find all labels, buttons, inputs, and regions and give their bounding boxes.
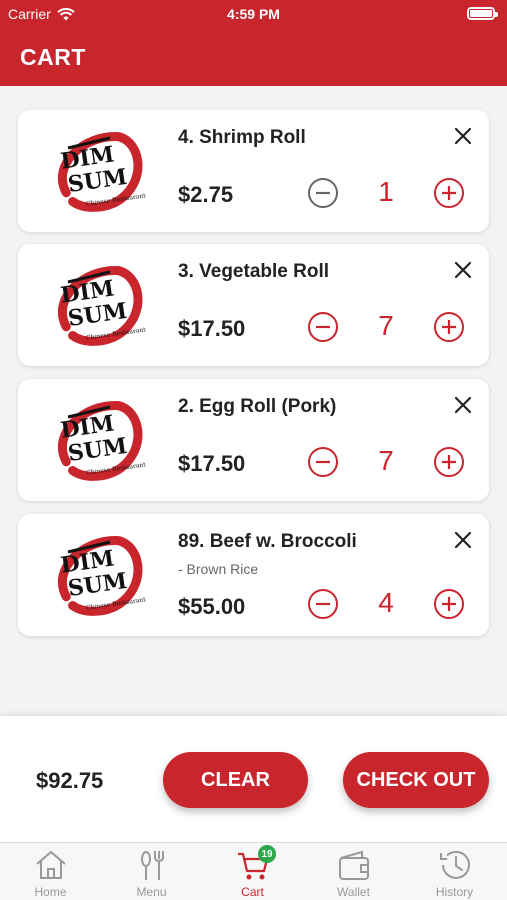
home-icon [36,851,66,879]
header-bar: Carrier 4:59 PM CART [0,0,507,86]
status-time: 4:59 PM [227,6,280,22]
tab-label: Menu [136,885,167,899]
tab-history[interactable]: History [404,843,505,900]
decrease-quantity-button[interactable] [307,311,339,343]
item-price: $17.50 [178,451,246,476]
cart-item-card: DIM SUM Chinese Restaurant 2. Egg Roll (P… [18,379,489,501]
cart-item-card: DIM SUM Chinese Restaurant 89. Beef w. Br… [18,514,489,636]
increase-quantity-button[interactable] [433,446,465,478]
decrease-quantity-button[interactable] [307,446,339,478]
tab-label: History [435,885,474,899]
quantity-value: 7 [378,445,394,476]
fork-knife-icon [141,851,164,880]
check-out-button[interactable]: CHECK OUT [343,752,489,808]
tab-wallet[interactable]: Wallet [303,843,404,900]
cart-screen: Carrier 4:59 PM CART DIM SUM Chinese Rest… [0,0,507,900]
remove-item-button[interactable] [451,124,475,148]
quantity-value: 7 [378,310,394,341]
item-name: 4. Shrimp Roll [178,127,306,148]
item-price: $55.00 [178,594,246,619]
remove-item-button[interactable] [451,258,475,282]
item-option: - Brown Rice [178,561,259,577]
tab-home[interactable]: Home [0,843,101,900]
quantity-value: 4 [378,587,394,618]
wallet-icon [339,850,369,880]
cart-item-card: DIM SUM Chinese Restaurant 3. Vegetable R… [18,244,489,366]
item-name: 3. Vegetable Roll [178,261,329,282]
item-name: 2. Egg Roll (Pork) [178,396,337,417]
cart-footer: $92.75 CLEAR CHECK OUT [0,716,507,842]
increase-quantity-button[interactable] [433,177,465,209]
remove-item-button[interactable] [451,528,475,552]
item-price: $2.75 [178,182,234,207]
remove-item-button[interactable] [451,393,475,417]
decrease-quantity-button[interactable] [307,588,339,620]
tab-menu[interactable]: Menu [101,843,202,900]
quantity-value: 1 [378,176,394,207]
dim-sum-logo-icon: DIMSUM Chinese Restaurant [57,132,147,212]
increase-quantity-button[interactable] [433,588,465,620]
status-bar: Carrier 4:59 PM [0,6,507,24]
history-icon [440,850,470,879]
item-price: $17.50 [178,316,246,341]
dim-sum-logo-icon: DIMSUM Chinese Restaurant [57,536,147,616]
tab-label: Cart [241,885,264,899]
tab-bar: Home Menu 19 Cart Wallet History [0,842,507,900]
tab-label: Wallet [337,885,370,899]
dim-sum-logo-icon: DIMSUM Chinese Restaurant [57,266,147,346]
cart-item-card: DIM SUM Chinese Restaurant 4. Shrimp Roll… [18,110,489,232]
tab-label: Home [34,885,67,899]
item-name: 89. Beef w. Broccoli [178,531,357,552]
page-title: CART [20,44,86,70]
decrease-quantity-button[interactable] [307,177,339,209]
dim-sum-logo-icon: DIMSUM Chinese Restaurant [57,401,147,481]
cart-total: $92.75 [36,768,104,793]
increase-quantity-button[interactable] [433,311,465,343]
cart-count-badge: 19 [258,845,276,863]
tab-cart[interactable]: 19 Cart [202,843,303,900]
clear-button[interactable]: CLEAR [163,752,308,808]
battery-icon [467,7,498,20]
